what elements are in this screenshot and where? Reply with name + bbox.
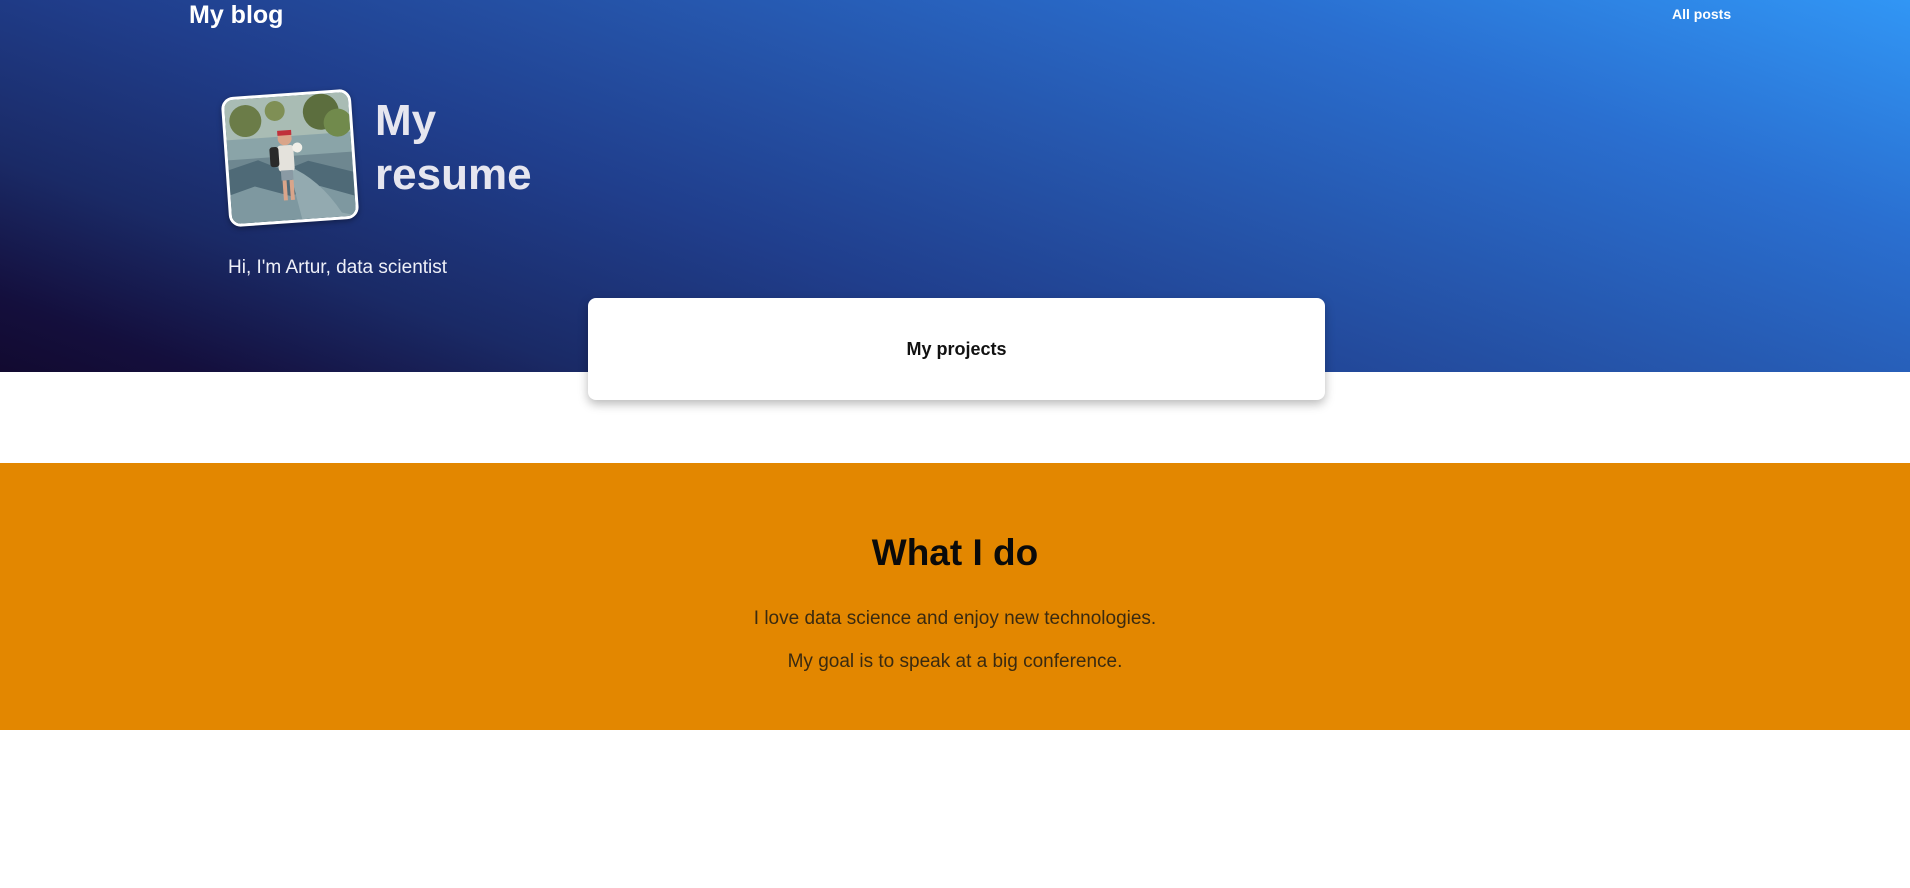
page-title-line-2: resume (375, 150, 532, 199)
what-i-do-heading: What I do (871, 532, 1039, 573)
all-posts-link[interactable]: All posts (1672, 6, 1731, 22)
page-title: My resume (375, 94, 595, 202)
what-i-do-paragraph: My goal is to speak at a big conference. (787, 651, 1123, 672)
my-projects-card[interactable]: My projects (588, 298, 1325, 400)
blog-title-link[interactable]: My blog (189, 0, 283, 30)
my-projects-label: My projects (906, 338, 1007, 359)
page-title-line-1: My (375, 96, 437, 145)
what-i-do-paragraph: I love data science and enjoy new techno… (753, 608, 1157, 629)
avatar-photo-icon (223, 91, 357, 225)
avatar (220, 88, 360, 228)
hero-intro-text: Hi, I'm Artur, data scientist (228, 257, 448, 278)
page: My blog All posts My resume Hi, I'm Artu… (0, 0, 1910, 888)
what-i-do-section: What I do I love data science and enjoy … (0, 463, 1910, 730)
